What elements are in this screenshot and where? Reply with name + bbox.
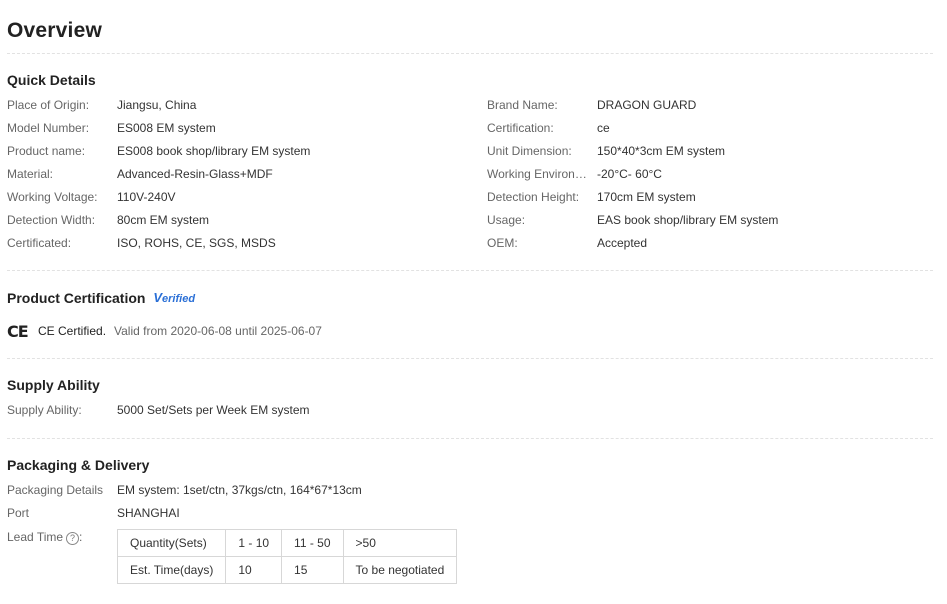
detail-label: Usage: bbox=[487, 213, 526, 227]
detail-label: Certification: bbox=[487, 121, 554, 135]
ce-mark-icon: CE bbox=[7, 322, 29, 341]
detail-label: Unit Dimension: bbox=[487, 144, 572, 158]
label-colon: : bbox=[79, 530, 83, 544]
detail-label: Product name: bbox=[7, 144, 86, 158]
detail-label: Place of Origin: bbox=[7, 98, 90, 112]
detail-value: 150*40*3cm EM system bbox=[597, 144, 726, 158]
product-certification-heading: Product Certification Verified bbox=[7, 290, 195, 306]
detail-value: ce bbox=[597, 121, 610, 135]
detail-label: Supply Ability: bbox=[7, 403, 82, 417]
packaging-delivery-title: Packaging & Delivery bbox=[7, 457, 150, 473]
verified-badge-v: V bbox=[153, 290, 163, 305]
product-overview-page: Overview Quick Details Place of Origin: … bbox=[0, 0, 947, 604]
table-cell: 10 bbox=[225, 556, 283, 584]
table-cell: Quantity(Sets) bbox=[116, 529, 227, 557]
detail-value: 110V-240V bbox=[117, 190, 176, 204]
table-cell: To be negotiated bbox=[342, 556, 458, 584]
divider bbox=[7, 438, 933, 439]
product-certification-title: Product Certification bbox=[7, 290, 146, 306]
help-icon[interactable]: ? bbox=[66, 532, 80, 545]
supply-ability-title: Supply Ability bbox=[7, 377, 100, 393]
table-cell: >50 bbox=[342, 529, 458, 557]
table-row: Quantity(Sets) 1 - 10 11 - 50 >50 bbox=[116, 529, 458, 557]
quick-details-title: Quick Details bbox=[7, 72, 96, 88]
page-title: Overview bbox=[7, 19, 102, 42]
certificate-name: CE Certified. bbox=[38, 324, 107, 338]
detail-value: DRAGON GUARD bbox=[597, 98, 697, 112]
detail-label: Packaging Details bbox=[7, 483, 104, 497]
detail-label: Certificated: bbox=[7, 236, 72, 250]
detail-label: Detection Height: bbox=[487, 190, 580, 204]
table-row: Est. Time(days) 10 15 To be negotiated bbox=[116, 556, 458, 584]
table-cell: 1 - 10 bbox=[225, 529, 283, 557]
detail-value: ISO, ROHS, CE, SGS, MSDS bbox=[117, 236, 276, 250]
detail-value: ES008 book shop/library EM system bbox=[117, 144, 311, 158]
detail-label: Detection Width: bbox=[7, 213, 96, 227]
detail-value: 80cm EM system bbox=[117, 213, 210, 227]
lead-time-label-wrap: Lead Time?: bbox=[7, 529, 115, 545]
verified-badge-text: erified bbox=[162, 293, 196, 305]
table-cell: 15 bbox=[281, 556, 344, 584]
detail-label: Lead Time bbox=[7, 530, 64, 544]
detail-value: Advanced-Resin-Glass+MDF bbox=[117, 167, 273, 181]
certificate-validity: Valid from 2020-06-08 until 2025-06-07 bbox=[114, 324, 322, 338]
table-cell: 11 - 50 bbox=[281, 529, 344, 557]
detail-value: EM system: 1set/ctn, 37kgs/ctn, 164*67*1… bbox=[117, 483, 362, 497]
detail-value: Accepted bbox=[597, 236, 648, 250]
detail-value: 5000 Set/Sets per Week EM system bbox=[117, 403, 310, 417]
divider bbox=[7, 358, 933, 359]
divider bbox=[7, 270, 933, 271]
detail-label: OEM: bbox=[487, 236, 518, 250]
detail-value: -20°C- 60°C bbox=[597, 167, 662, 181]
detail-value: ES008 EM system bbox=[117, 121, 216, 135]
detail-label: Working Voltage: bbox=[7, 190, 98, 204]
detail-label: Port bbox=[7, 506, 30, 520]
verified-badge[interactable]: Verified bbox=[153, 290, 195, 305]
lead-time-table: Quantity(Sets) 1 - 10 11 - 50 >50 Est. T… bbox=[116, 529, 458, 584]
detail-label: Model Number: bbox=[7, 121, 90, 135]
divider bbox=[7, 53, 933, 54]
detail-label: Material: bbox=[7, 167, 54, 181]
detail-value: SHANGHAI bbox=[117, 506, 180, 520]
detail-label: Brand Name: bbox=[487, 98, 558, 112]
detail-label: Working Environme... bbox=[487, 167, 595, 181]
detail-value: EAS book shop/library EM system bbox=[597, 213, 779, 227]
detail-value: Jiangsu, China bbox=[117, 98, 197, 112]
detail-value: 170cm EM system bbox=[597, 190, 696, 204]
table-cell: Est. Time(days) bbox=[116, 556, 227, 584]
